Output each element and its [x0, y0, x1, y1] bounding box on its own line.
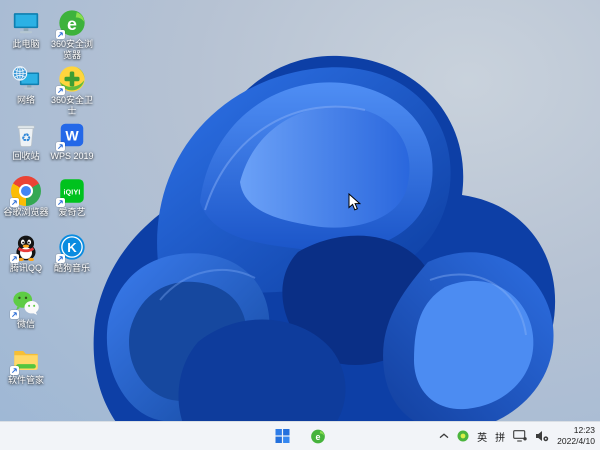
360-tray-icon	[457, 430, 469, 442]
taskbar-center: e	[272, 422, 329, 450]
desktop-icon-360-security[interactable]: 360安全卫士	[49, 64, 95, 116]
shortcut-arrow-icon	[56, 254, 65, 263]
desktop-icon-360-browser[interactable]: e 360安全浏览器	[49, 8, 95, 60]
360-browser-icon: e	[310, 429, 325, 443]
icon-label: 360安全卫士	[50, 95, 94, 116]
network-icon	[11, 64, 41, 94]
wechat-icon	[10, 288, 41, 319]
shortcut-arrow-icon	[10, 254, 19, 263]
wps-icon: W	[56, 120, 87, 151]
taskbar-clock[interactable]: 12:23 2022/4/10	[557, 425, 597, 447]
desktop-icon-qq[interactable]: 腾讯QQ	[3, 232, 49, 274]
svg-text:e: e	[315, 432, 320, 442]
icon-label: 软件管家	[7, 375, 44, 385]
ime-pinyin-indicator[interactable]: 拼	[495, 429, 505, 444]
system-tray: 英 拼 12:23 2022/4/10	[439, 422, 597, 450]
svg-text:W: W	[65, 128, 79, 144]
this-pc-icon	[11, 8, 41, 38]
kugou-icon: K	[56, 232, 87, 263]
360-security-icon	[56, 64, 87, 95]
folder-icon	[10, 344, 41, 375]
tray-volume-button[interactable]	[535, 430, 549, 442]
display-icon	[513, 430, 527, 442]
tray-display-button[interactable]	[513, 430, 527, 442]
svg-text:iQIYI: iQIYI	[64, 189, 81, 196]
windows-11-desktop: 此电脑 e 360安全浏览器 网络 360安全卫士 ♻ 回收站 W WPS 20…	[0, 0, 600, 450]
svg-text:♻: ♻	[21, 133, 31, 145]
desktop-icon-wechat[interactable]: 微信	[3, 288, 49, 330]
taskbar-item-360-browser[interactable]: e	[307, 425, 329, 447]
icon-label: WPS 2019	[50, 151, 94, 161]
start-button[interactable]	[272, 425, 294, 447]
shortcut-arrow-icon	[10, 310, 19, 319]
desktop-icon-this-pc[interactable]: 此电脑	[3, 8, 49, 50]
shortcut-arrow-icon	[56, 142, 65, 151]
volume-icon	[536, 431, 549, 442]
desktop-icon-chrome[interactable]: 谷歌浏览器	[3, 176, 49, 218]
recycle-bin-icon: ♻	[11, 120, 41, 150]
desktop-icon-recycle-bin[interactable]: ♻ 回收站	[3, 120, 49, 162]
desktop-icon-software-folder[interactable]: 软件管家	[3, 344, 49, 386]
icon-label: 爱奇艺	[58, 207, 86, 217]
icon-label: 此电脑	[12, 39, 40, 49]
desktop-icon-kugou[interactable]: K 酷狗音乐	[49, 232, 95, 274]
clock-date: 2022/4/10	[557, 436, 595, 446]
svg-text:K: K	[67, 240, 77, 255]
taskbar: e 英 拼 12:23 2022/4/10	[0, 421, 600, 450]
icon-label: 网络	[16, 95, 35, 105]
windows-logo-icon	[275, 429, 290, 443]
shortcut-arrow-icon	[56, 198, 65, 207]
icon-label: 酷狗音乐	[53, 263, 90, 273]
chrome-icon	[10, 176, 41, 207]
icon-label: 微信	[16, 319, 35, 329]
shortcut-arrow-icon	[56, 86, 65, 95]
desktop-icon-network[interactable]: 网络	[3, 64, 49, 106]
ime-english-indicator[interactable]: 英	[477, 429, 487, 444]
shortcut-arrow-icon	[10, 198, 19, 207]
qq-icon	[10, 232, 41, 263]
shortcut-arrow-icon	[56, 30, 65, 39]
clock-time: 12:23	[573, 424, 595, 435]
icon-label: 谷歌浏览器	[3, 207, 49, 217]
shortcut-arrow-icon	[10, 366, 19, 375]
360-browser-icon: e	[56, 8, 87, 39]
svg-text:e: e	[67, 14, 77, 34]
icon-label: 360安全浏览器	[50, 39, 94, 60]
desktop-icon-iqiyi[interactable]: iQIYI 爱奇艺	[49, 176, 95, 218]
icon-label: 回收站	[12, 151, 40, 161]
chevron-up-icon	[439, 433, 449, 439]
desktop-icon-wps-2019[interactable]: W WPS 2019	[49, 120, 95, 162]
iqiyi-icon: iQIYI	[56, 176, 87, 207]
icon-label: 腾讯QQ	[9, 263, 42, 273]
tray-expand-button[interactable]	[439, 433, 449, 439]
tray-360-app-icon[interactable]	[457, 430, 469, 442]
